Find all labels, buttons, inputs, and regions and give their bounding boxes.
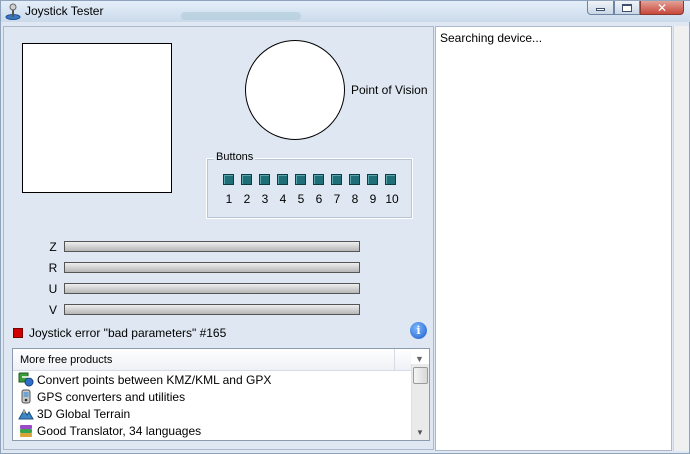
device-log-panel[interactable]: Searching device... [435,26,672,451]
scroll-thumb[interactable] [413,367,428,384]
joystick-button-number: 5 [297,192,305,206]
close-icon: ✕ [656,0,668,15]
products-header: More free products [13,349,411,371]
joystick-icon [5,3,21,20]
joystick-button-number: 7 [333,192,341,206]
joystick-button-indicator [277,174,288,185]
close-button[interactable]: ✕ [640,1,684,15]
joystick-button-number: 6 [315,192,323,206]
app-window: Joystick Tester ✕ Point of Vision Button… [0,0,690,454]
list-item-kmz-gpx[interactable]: Convert points between KMZ/KML and GPX [13,371,411,388]
joystick-button-indicator [367,174,378,185]
window-title: Joystick Tester [25,4,104,18]
list-item-gps[interactable]: GPS converters and utilities [13,388,411,405]
joystick-button-indicator [349,174,360,185]
joystick-button-indicator [295,174,306,185]
info-icon[interactable]: i [410,322,427,339]
axis-bar-r [64,262,360,273]
list-item-label: GPS converters and utilities [37,390,186,404]
products-items: Convert points between KMZ/KML and GPX G… [13,371,411,439]
joystick-button-indicator [223,174,234,185]
pov-circle [245,40,345,140]
more-products-list[interactable]: More free products ▼ Convert points betw… [12,348,430,441]
title-glow [181,12,301,20]
joystick-button-indicator [241,174,252,185]
products-scrollbar[interactable]: ▼ [411,364,429,440]
joystick-button-number: 3 [261,192,269,206]
joystick-button-number: 8 [351,192,359,206]
minimize-button[interactable] [587,1,614,15]
axis-bar-u [64,283,360,294]
products-header-label: More free products [20,354,113,366]
error-message: Joystick error "bad parameters" #165 [29,326,227,340]
joystick-button-indicator [313,174,324,185]
translator-icon [20,425,32,437]
xy-position-box [22,43,172,193]
joystick-button-indicator [259,174,270,185]
joystick-button-number: 2 [243,192,251,206]
chevron-down-icon[interactable]: ▼ [415,354,424,364]
list-item-translator[interactable]: Good Translator, 34 languages [13,422,411,439]
joystick-button-indicator [331,174,342,185]
list-item-label: Good Translator, 34 languages [37,424,202,438]
list-item-label: Convert points between KMZ/KML and GPX [37,373,272,387]
maximize-button[interactable] [614,1,640,15]
log-scrollbar[interactable] [673,26,689,451]
joystick-button-number: 4 [279,192,287,206]
pov-label: Point of Vision [351,83,428,97]
axis-label-u: U [48,282,58,296]
error-status-icon [13,328,23,338]
joystick-button-indicator [385,174,396,185]
axis-bar-z [64,241,360,252]
joystick-button-number: 10 [385,192,399,206]
log-text: Searching device... [440,31,543,45]
header-divider [394,349,395,371]
maximize-icon [622,3,632,12]
scroll-down-arrow-icon[interactable]: ▼ [416,428,424,437]
list-item-label: 3D Global Terrain [37,407,131,421]
kmz-gpx-icon [18,372,34,387]
joystick-button-number: 1 [225,192,233,206]
axis-label-r: R [48,261,58,275]
minimize-icon [596,8,605,11]
buttons-group [206,158,413,219]
axis-bar-v [64,304,360,315]
terrain-icon [18,409,34,420]
joystick-button-number: 9 [369,192,377,206]
buttons-legend: Buttons [214,151,256,163]
axis-label-v: V [48,303,57,317]
list-item-terrain[interactable]: 3D Global Terrain [13,405,411,422]
title-bar[interactable]: Joystick Tester ✕ [1,1,690,22]
axis-label-z: Z [49,240,57,254]
gps-icon [21,389,31,404]
